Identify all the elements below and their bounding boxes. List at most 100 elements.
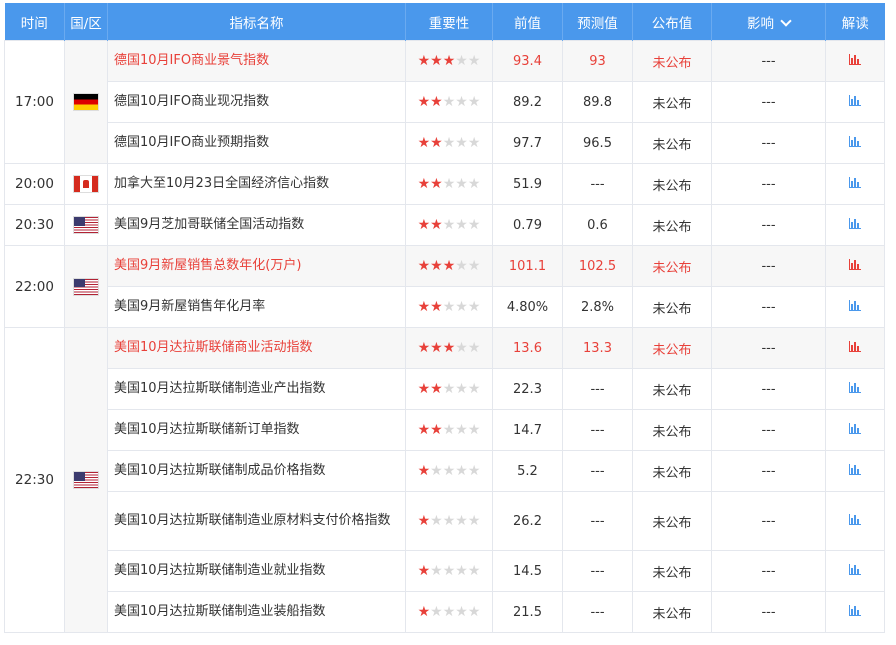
previous-value: 5.2 xyxy=(492,450,563,492)
star-icon: ★ xyxy=(417,257,431,274)
bar-chart-icon[interactable] xyxy=(849,176,861,188)
importance-stars: ★★★★★ xyxy=(405,450,493,492)
star-icon: ★ xyxy=(455,175,468,192)
star-icon: ★ xyxy=(417,134,431,151)
published-value: 未公布 xyxy=(632,409,712,451)
table-row[interactable]: 美国10月达拉斯联储制造业装船指数 ★★★★★ 21.5 --- 未公布 --- xyxy=(5,591,885,633)
bar-chart-icon[interactable] xyxy=(849,217,861,229)
indicator-name[interactable]: 加拿大至10月23日全国经济信心指数 xyxy=(107,163,406,205)
interpret-cell[interactable] xyxy=(825,122,885,164)
interpret-cell[interactable] xyxy=(825,81,885,123)
previous-value: 93.4 xyxy=(492,40,563,82)
interpret-cell[interactable] xyxy=(825,245,885,287)
bar-chart-icon[interactable] xyxy=(849,299,861,311)
bar-chart-icon[interactable] xyxy=(849,94,861,106)
table-row[interactable]: 美国10月达拉斯联储新订单指数 ★★★★★ 14.7 --- 未公布 --- xyxy=(5,409,885,451)
bar-chart-icon[interactable] xyxy=(849,53,861,65)
indicator-name[interactable]: 美国10月达拉斯联储制造业原材料支付价格指数 xyxy=(107,491,406,551)
star-icon: ★ xyxy=(442,93,456,110)
importance-stars: ★★★★★ xyxy=(405,122,493,164)
indicator-name[interactable]: 德国10月IFO商业预期指数 xyxy=(107,122,406,164)
star-icon: ★ xyxy=(430,421,443,438)
forecast-value: 93 xyxy=(562,40,633,82)
interpret-cell[interactable] xyxy=(825,368,885,410)
interpret-cell[interactable] xyxy=(825,40,885,82)
star-icon: ★ xyxy=(417,93,431,110)
table-row[interactable]: 20:00 加拿大至10月23日全国经济信心指数 ★★★★★ 51.9 --- 未公布 --… xyxy=(4,163,885,205)
star-icon: ★ xyxy=(467,603,481,620)
table-row[interactable]: 美国10月达拉斯联储制造业产出指数 ★★★★★ 22.3 --- 未公布 --- xyxy=(5,368,885,410)
star-icon: ★ xyxy=(417,462,431,479)
indicator-name[interactable]: 美国10月达拉斯联储制造业就业指数 xyxy=(107,550,406,592)
star-icon: ★ xyxy=(467,93,481,110)
star-icon: ★ xyxy=(455,93,468,110)
impact-value: --- xyxy=(711,327,826,369)
star-icon: ★ xyxy=(442,512,456,529)
country-cell xyxy=(64,245,108,328)
published-value: 未公布 xyxy=(632,286,712,328)
star-icon: ★ xyxy=(417,175,431,192)
interpret-cell[interactable] xyxy=(825,163,885,205)
table-header: 时间 国/区 指标名称 重要性 前值 预测值 公布值 影响 解读 xyxy=(4,3,885,41)
indicator-name[interactable]: 美国10月达拉斯联储制成品价格指数 xyxy=(107,450,406,492)
impact-value: --- xyxy=(711,491,826,551)
bar-chart-icon[interactable] xyxy=(849,381,861,393)
star-rating: ★★★★★ xyxy=(418,177,481,191)
indicator-name[interactable]: 德国10月IFO商业现况指数 xyxy=(107,81,406,123)
interpret-cell[interactable] xyxy=(825,591,885,633)
indicator-name[interactable]: 德国10月IFO商业景气指数 xyxy=(107,40,406,82)
indicator-name[interactable]: 美国9月新屋销售年化月率 xyxy=(107,286,406,328)
star-icon: ★ xyxy=(417,216,431,233)
header-impact-dropdown[interactable]: 影响 xyxy=(711,3,826,41)
star-icon: ★ xyxy=(417,298,431,315)
interpret-cell[interactable] xyxy=(825,286,885,328)
table-row[interactable]: 德国10月IFO商业现况指数 ★★★★★ 89.2 89.8 未公布 --- xyxy=(5,81,885,123)
table-row[interactable]: 德国10月IFO商业预期指数 ★★★★★ 97.7 96.5 未公布 --- xyxy=(5,122,885,164)
star-icon: ★ xyxy=(442,216,456,233)
published-value: 未公布 xyxy=(632,550,712,592)
table-row[interactable]: 20:30 美国9月芝加哥联储全国活动指数 ★★★★★ 0.79 0.6 未公布 --- xyxy=(4,204,885,246)
star-rating: ★★★★★ xyxy=(418,300,481,314)
indicator-name[interactable]: 美国10月达拉斯联储制造业产出指数 xyxy=(107,368,406,410)
table-row[interactable]: 美国10月达拉斯联储制造业就业指数 ★★★★★ 14.5 --- 未公布 --- xyxy=(5,550,885,592)
star-icon: ★ xyxy=(455,421,468,438)
forecast-value: 2.8% xyxy=(562,286,633,328)
star-icon: ★ xyxy=(430,93,443,110)
previous-value: 21.5 xyxy=(492,591,563,633)
bar-chart-icon[interactable] xyxy=(849,135,861,147)
star-icon: ★ xyxy=(417,603,431,620)
star-rating: ★★★★★ xyxy=(418,341,481,355)
star-icon: ★ xyxy=(430,257,443,274)
importance-stars: ★★★★★ xyxy=(405,245,493,287)
star-icon: ★ xyxy=(467,298,481,315)
interpret-cell[interactable] xyxy=(825,409,885,451)
star-rating: ★★★★★ xyxy=(418,564,481,578)
table-row[interactable]: 17:00 德国10月IFO商业景气指数 ★★★★★ 93.4 93 未公布 --- xyxy=(4,40,885,164)
bar-chart-icon[interactable] xyxy=(849,513,861,525)
table-row[interactable]: 美国9月新屋销售年化月率 ★★★★★ 4.80% 2.8% 未公布 --- xyxy=(5,286,885,328)
interpret-cell[interactable] xyxy=(825,327,885,369)
bar-chart-icon[interactable] xyxy=(849,563,861,575)
indicator-name[interactable]: 美国10月达拉斯联储商业活动指数 xyxy=(107,327,406,369)
star-icon: ★ xyxy=(442,175,456,192)
table-row[interactable]: 美国10月达拉斯联储制造业原材料支付价格指数 ★★★★★ 26.2 --- 未公布 --- xyxy=(5,491,885,551)
table-row[interactable]: 美国10月达拉斯联储制成品价格指数 ★★★★★ 5.2 --- 未公布 --- xyxy=(5,450,885,492)
bar-chart-icon[interactable] xyxy=(849,463,861,475)
indicator-name[interactable]: 美国10月达拉斯联储制造业装船指数 xyxy=(107,591,406,633)
table-row[interactable]: 22:00 美国9月新屋销售总数年化(万户) ★★★★★ 101.1 102.5 未公布 -… xyxy=(4,245,885,328)
impact-value: --- xyxy=(711,245,826,287)
header-time: 时间 xyxy=(4,3,65,41)
bar-chart-icon[interactable] xyxy=(849,422,861,434)
bar-chart-icon[interactable] xyxy=(849,340,861,352)
table-row[interactable]: 22:30 美国10月达拉斯联储商业活动指数 ★★★★★ 13.6 13.3 未公布 --- xyxy=(4,327,885,633)
star-icon: ★ xyxy=(467,512,481,529)
indicator-name[interactable]: 美国10月达拉斯联储新订单指数 xyxy=(107,409,406,451)
indicator-name[interactable]: 美国9月芝加哥联储全国活动指数 xyxy=(107,204,406,246)
bar-chart-icon[interactable] xyxy=(849,258,861,270)
interpret-cell[interactable] xyxy=(825,450,885,492)
interpret-cell[interactable] xyxy=(825,491,885,551)
interpret-cell[interactable] xyxy=(825,550,885,592)
interpret-cell[interactable] xyxy=(825,204,885,246)
bar-chart-icon[interactable] xyxy=(849,604,861,616)
indicator-name[interactable]: 美国9月新屋销售总数年化(万户) xyxy=(107,245,406,287)
